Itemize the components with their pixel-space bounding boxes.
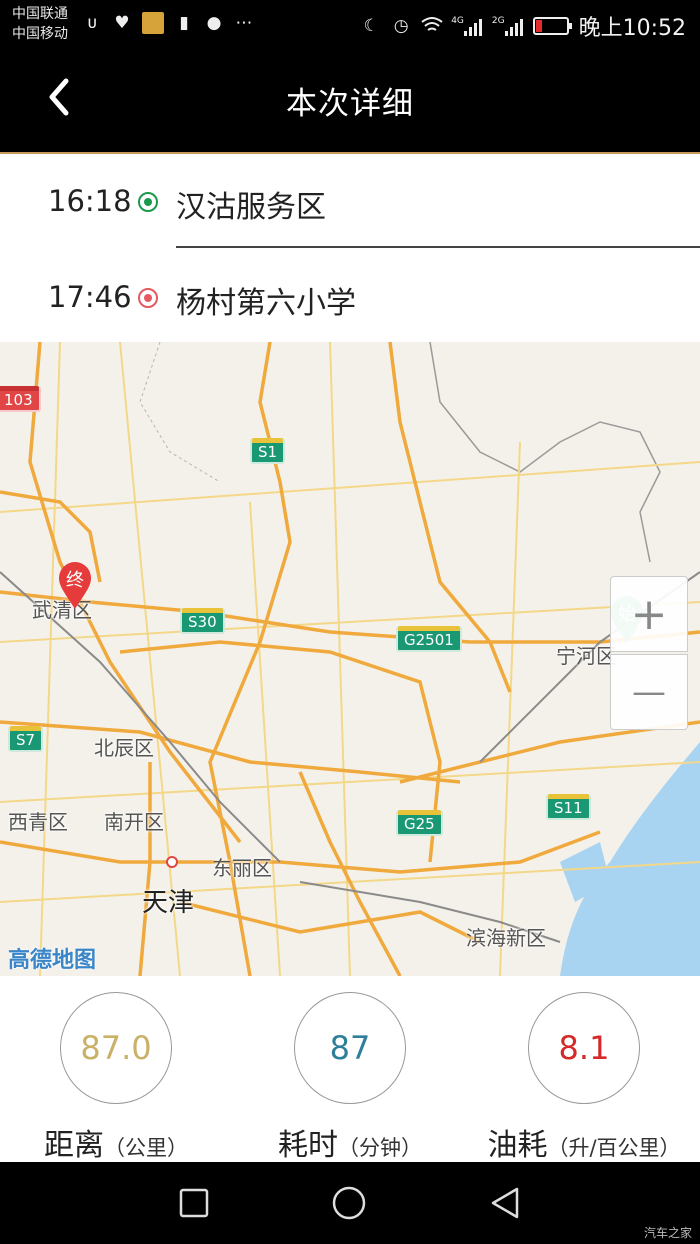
- zoom-in-button[interactable]: +: [610, 576, 688, 652]
- app-screen: 中国联通 中国移动 ᴜ ♥ ▮ ● ⋯ ☾ ◷ 4G 2G 晚上10:52 本次…: [0, 0, 700, 1244]
- signal-1-icon: 4G: [451, 16, 482, 36]
- route-map[interactable]: 103 S1 S30 G2501 S7 G25 S11 武清区 北辰区 西青区 …: [0, 342, 700, 976]
- start-time: 16:18: [48, 184, 132, 218]
- label-nankai: 南开区: [104, 810, 164, 834]
- alert-icon: ▮: [179, 13, 189, 33]
- recent-apps-button[interactable]: [175, 1184, 213, 1222]
- end-pin-label: 终: [66, 570, 84, 591]
- fuel-unit: （升/百公里）: [547, 1136, 681, 1160]
- system-status: ☾ ◷ 4G 2G 晚上10:52: [361, 10, 686, 42]
- stat-distance: 87.0 距离（公里）: [0, 992, 240, 1163]
- road-shield-s11: S11: [546, 794, 591, 820]
- status-bar: 中国联通 中国移动 ᴜ ♥ ▮ ● ⋯ ☾ ◷ 4G 2G 晚上10:52: [0, 0, 700, 50]
- road-shield-s1: S1: [250, 438, 286, 464]
- carrier-2: 中国移动: [12, 26, 68, 42]
- trip-divider: [176, 246, 700, 248]
- amap-logo: 高德地图: [8, 948, 97, 973]
- fuel-label-group: 油耗（升/百公里）: [468, 1120, 700, 1164]
- stat-duration: 87 耗时（分钟）: [234, 992, 474, 1163]
- tianjin-city-dot: [166, 856, 178, 868]
- road-shield-s7: S7: [8, 726, 44, 752]
- end-marker-icon: [138, 288, 158, 308]
- duration-value: 87: [294, 992, 406, 1104]
- end-time: 17:46: [48, 280, 132, 314]
- end-pin-icon[interactable]: 终: [58, 562, 92, 610]
- label-dongli: 东丽区: [212, 856, 272, 880]
- back-nav-button[interactable]: [486, 1184, 524, 1222]
- duration-label-group: 耗时（分钟）: [234, 1120, 466, 1164]
- alarm-icon: ◷: [393, 16, 409, 36]
- status-clock: 晚上10:52: [578, 16, 686, 41]
- label-beichen: 北辰区: [94, 736, 154, 760]
- end-place: 杨村第六小学: [176, 286, 356, 321]
- title-bar: 本次详细: [0, 50, 700, 154]
- duration-label: 耗时: [278, 1128, 338, 1163]
- trip-start-row: 16:18 汉沽服务区: [0, 154, 700, 246]
- trip-stats: 87.0 距离（公里） 87 耗时（分钟） 8.1 油耗（升/百公里）: [0, 976, 700, 1163]
- trip-end-row: 17:46 杨村第六小学: [0, 250, 700, 342]
- label-ninghe: 宁河区: [556, 644, 616, 668]
- road-shield-s30: S30: [180, 608, 225, 634]
- road-shield-103: 103: [0, 386, 41, 412]
- label-tianjin: 天津: [142, 888, 195, 918]
- back-triangle-icon: [491, 1187, 519, 1219]
- more-notifications-icon: ⋯: [235, 13, 253, 33]
- duration-unit: （分钟）: [338, 1136, 422, 1160]
- distance-unit: （公里）: [104, 1136, 188, 1160]
- distance-label-group: 距离（公里）: [0, 1120, 232, 1164]
- fuel-label: 油耗: [487, 1128, 548, 1163]
- carrier-1: 中国联通: [12, 6, 68, 22]
- fuel-value: 8.1: [528, 992, 640, 1104]
- system-nav-bar: 汽车之家: [0, 1162, 700, 1244]
- label-binhai: 滨海新区: [466, 926, 546, 950]
- battery-icon: [532, 17, 572, 35]
- minus-icon: —: [632, 672, 666, 712]
- start-place: 汉沽服务区: [176, 190, 326, 225]
- app-notification-icon: [142, 12, 164, 34]
- network-2-label: 2G: [491, 16, 505, 26]
- usb-icon: ᴜ: [87, 13, 97, 33]
- carrier-info: 中国联通 中国移动: [12, 4, 68, 44]
- plus-icon: +: [630, 588, 668, 640]
- distance-label: 距离: [44, 1128, 104, 1163]
- notification-icons: ᴜ ♥ ▮ ● ⋯: [82, 12, 254, 34]
- health-heart-icon: ♥: [114, 13, 130, 33]
- network-1-label: 4G: [451, 16, 464, 26]
- wechat-icon: ●: [206, 13, 222, 33]
- distance-value: 87.0: [60, 992, 172, 1104]
- stat-fuel: 8.1 油耗（升/百公里）: [468, 992, 700, 1163]
- road-shield-g25: G25: [396, 810, 443, 836]
- start-marker-icon: [138, 192, 158, 212]
- recent-apps-square-icon: [179, 1188, 209, 1218]
- moon-icon: ☾: [363, 16, 379, 36]
- signal-2-icon: 2G: [492, 16, 523, 36]
- road-shield-g2501: G2501: [396, 626, 462, 652]
- label-xiqing: 西青区: [8, 810, 68, 834]
- zoom-out-button[interactable]: —: [610, 654, 688, 730]
- page-title: 本次详细: [286, 86, 414, 122]
- watermark: 汽车之家: [643, 1226, 692, 1240]
- home-button[interactable]: [330, 1184, 368, 1222]
- wifi-icon: [421, 16, 443, 36]
- home-circle-icon: [332, 1186, 366, 1220]
